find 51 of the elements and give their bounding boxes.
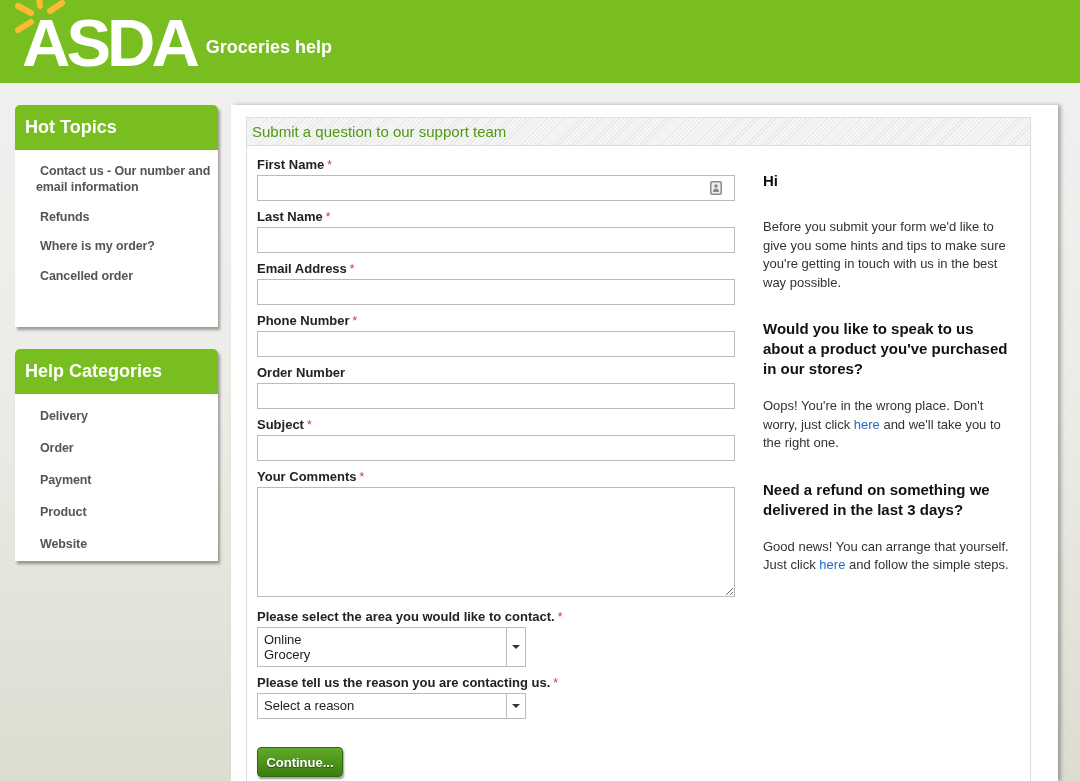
field-label: Last Name xyxy=(257,209,323,224)
info-heading: Need a refund on something we delivered in the last 3 days? xyxy=(763,479,991,520)
sidebar-link[interactable]: Refunds xyxy=(36,208,90,225)
field-label: Order Number xyxy=(257,365,346,380)
required-asterisk: * xyxy=(306,418,312,432)
here-link[interactable]: here xyxy=(853,416,880,432)
dropdown-select[interactable]: Online Grocery xyxy=(257,627,526,667)
sidebar-link[interactable]: Where is my order? xyxy=(36,238,155,254)
field-label: Email Address xyxy=(257,261,347,276)
required-asterisk: * xyxy=(359,470,365,484)
sidebar-panel-title: Help Categories xyxy=(15,348,218,394)
sidebar-link[interactable]: Website xyxy=(36,535,87,552)
field-label: Please select the area you would like to contact. xyxy=(257,609,555,624)
field-label: Phone Number xyxy=(257,313,350,328)
header-title: Groceries help xyxy=(205,37,332,57)
text-input[interactable] xyxy=(257,331,735,357)
required-asterisk: * xyxy=(352,314,358,328)
text-input[interactable] xyxy=(257,227,735,253)
info-paragraph: Before you submit your form we'd like to give you some hints and tips to make sure you're getting in touch with us in the best way possible. xyxy=(763,218,1007,292)
field-label: Please tell us the reason you are contacting us. xyxy=(257,675,551,690)
sidebar-link[interactable]: Cancelled order xyxy=(36,267,133,284)
required-asterisk: * xyxy=(327,158,332,172)
info-paragraph: Oops! You're in the wrong place. Don't worry, just click here and we'll take you to the right one. xyxy=(763,397,1002,452)
contact-card-icon[interactable] xyxy=(710,181,722,195)
required-asterisk: * xyxy=(325,210,331,224)
text-input[interactable] xyxy=(257,383,735,409)
field-label: Subject xyxy=(257,417,304,432)
info-heading: Would you like to speak to us about a product you've purchased in our stores? xyxy=(763,319,1009,379)
info-paragraph: Good news! You can arrange that yourself. Just click here and follow the simple steps. xyxy=(763,537,1010,574)
field-label: First Name xyxy=(257,157,325,172)
info-heading: Hi xyxy=(763,171,779,191)
sidebar-panel-title: Hot Topics xyxy=(15,105,218,150)
required-asterisk: * xyxy=(349,262,355,276)
text-input[interactable] xyxy=(257,435,735,461)
sidebar-link[interactable]: Payment xyxy=(36,471,92,488)
sidebar-link[interactable]: Order xyxy=(36,439,74,456)
caret-icon xyxy=(512,645,520,649)
continue-button[interactable]: Continue... xyxy=(257,747,343,777)
text-input[interactable] xyxy=(257,175,735,201)
text-input[interactable] xyxy=(257,279,735,305)
here-link[interactable]: here xyxy=(819,557,846,572)
field-label: Your Comments xyxy=(257,469,357,484)
required-asterisk: * xyxy=(553,676,558,690)
required-asterisk: * xyxy=(557,610,563,624)
sidebar-link[interactable]: Product xyxy=(36,503,87,520)
caret-icon xyxy=(512,704,520,708)
comments-textarea[interactable] xyxy=(257,487,735,597)
sidebar-link[interactable]: Delivery xyxy=(36,407,88,424)
sidebar-link[interactable]: Contact us - Our number and email information xyxy=(36,163,218,195)
form-title: Submit a question to our support team xyxy=(246,117,1031,146)
dropdown-select[interactable]: Select a reason xyxy=(257,693,526,719)
